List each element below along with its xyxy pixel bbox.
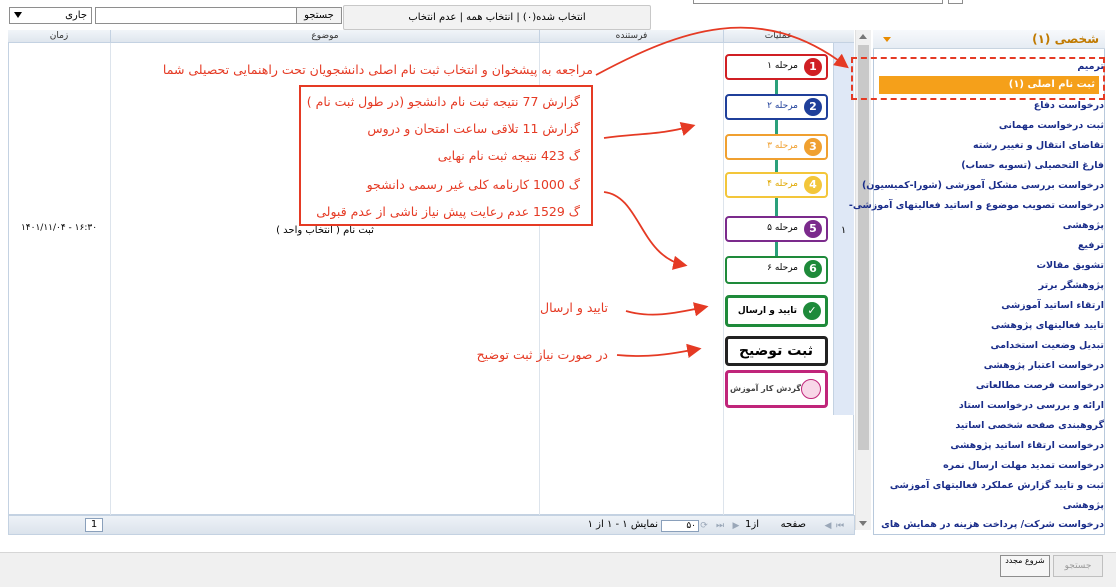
sidebar-item[interactable]: درخواست اعتبار پژوهشی xyxy=(984,360,1104,371)
sidebar-item[interactable]: ترمیم xyxy=(1077,61,1104,72)
restart-button[interactable]: شروع مجدد xyxy=(1000,555,1050,577)
sidebar-item[interactable]: گروهبندی صفحه شخصی اساتید xyxy=(955,420,1104,431)
chevron-up-icon xyxy=(859,34,867,39)
sidebar-item[interactable]: ترفیع xyxy=(1078,240,1104,251)
last-page-icon[interactable]: ⏭ xyxy=(715,521,725,531)
scroll-down-button[interactable] xyxy=(855,516,871,530)
chevron-down-icon xyxy=(859,521,867,526)
scroll-thumb[interactable] xyxy=(858,45,869,450)
bottom-search-button[interactable]: جستجو xyxy=(1053,555,1103,577)
sidebar-item[interactable]: تایید فعالیتهای پژوهشی xyxy=(991,320,1104,331)
next-page-icon[interactable]: ▶ xyxy=(731,521,741,531)
sidebar-item[interactable]: پژوهشی xyxy=(1063,220,1104,231)
first-page-icon[interactable]: ⏮ xyxy=(835,521,845,531)
sidebar-item[interactable]: درخواست تصویب موضوع و اساتید فعالیتهای آ… xyxy=(849,200,1104,211)
sidebar-item[interactable]: تشویق مقالات xyxy=(1036,260,1104,271)
sidebar-item[interactable]: ثبت درخواست مهمانی xyxy=(999,120,1104,131)
page-input[interactable]: 1 xyxy=(85,518,103,532)
pager: ⏮ ◀ صفحه 1 از1 ▶ ⏭ ⟳ ۵۰ نمایش ۱ - ۱ از ۱ xyxy=(8,515,855,535)
scroll-up-button[interactable] xyxy=(855,30,871,44)
sidebar-item[interactable]: درخواست ارتقاء اساتید پژوهشی xyxy=(950,440,1104,451)
sidebar-item[interactable]: درخواست دفاع xyxy=(1034,100,1104,111)
sidebar-item[interactable]: درخواست فرصت مطالعاتی xyxy=(976,380,1104,391)
sidebar-title: شخصی (۱) xyxy=(1032,32,1099,46)
sidebar-item[interactable]: ارائه و بررسی درخواست استاد xyxy=(959,400,1104,411)
restart-button-label: شروع مجدد xyxy=(1005,556,1045,565)
sidebar-item[interactable]: درخواست بررسی مشکل آموزشی (شورا-کمیسیون) xyxy=(862,180,1104,191)
refresh-icon[interactable]: ⟳ xyxy=(699,521,709,531)
prev-page-icon[interactable]: ◀ xyxy=(823,521,833,531)
sidebar-item[interactable]: تبدیل وضعیت استخدامی xyxy=(990,340,1104,351)
per-page-select[interactable]: ۵۰ xyxy=(661,520,699,532)
page-of: از1 xyxy=(745,519,759,530)
chevron-down-icon[interactable] xyxy=(883,37,891,42)
page-label: صفحه xyxy=(780,519,806,530)
annotation-highlight xyxy=(851,57,1105,100)
bottom-bar xyxy=(0,552,1116,587)
sidebar-item[interactable]: درخواست تمدید مهلت ارسال نمره xyxy=(943,460,1104,471)
sidebar-header[interactable]: شخصی (۱) xyxy=(873,30,1105,49)
sidebar-item[interactable]: تقاضای انتقال و تغییر رشته xyxy=(973,140,1104,151)
sidebar-item[interactable]: پژوهشگر برتر xyxy=(1039,280,1104,291)
sidebar-item[interactable]: فارغ التحصیلی (تسویه حساب) xyxy=(961,160,1104,171)
bottom-search-label: جستجو xyxy=(1064,561,1092,571)
pager-display: نمایش ۱ - ۱ از ۱ xyxy=(587,519,658,530)
sidebar-item[interactable]: ثبت و تایید گزارش عملکرد فعالیتهای آموزش… xyxy=(890,480,1104,491)
sidebar-item[interactable]: درخواست شرکت/ پرداخت هزینه در همایش های xyxy=(881,519,1104,530)
sidebar-item[interactable]: پژوهشی xyxy=(1063,500,1104,511)
sidebar-item[interactable]: ارتقاء اساتید آموزشی xyxy=(1001,300,1104,311)
